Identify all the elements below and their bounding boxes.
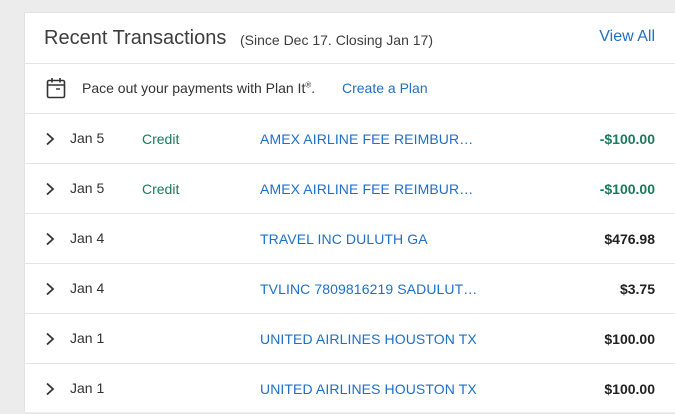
card-header: Recent Transactions (Since Dec 17. Closi…	[25, 13, 675, 64]
transaction-date: Jan 4	[70, 280, 105, 296]
transaction-list: Jan 5 Credit AMEX AIRLINE FEE REIMBUR… -$10…	[25, 114, 675, 414]
transaction-date: Jan 1	[70, 330, 105, 346]
transaction-row[interactable]: Jan 4 TRAVEL INC DULUTH GA $476.98	[25, 214, 675, 264]
transaction-row[interactable]: Jan 5 Credit AMEX AIRLINE FEE REIMBUR… -$10…	[25, 164, 675, 214]
transaction-date: Jan 4	[70, 230, 105, 246]
transaction-amount: $476.98	[604, 231, 655, 247]
transaction-date: Jan 5	[70, 130, 105, 146]
chevron-right-icon[interactable]	[45, 132, 55, 146]
transaction-description[interactable]: TRAVEL INC DULUTH GA	[260, 231, 428, 247]
plan-it-banner: Pace out your payments with Plan It®. Cr…	[25, 64, 675, 114]
transaction-date: Jan 5	[70, 180, 105, 196]
transaction-row[interactable]: Jan 5 Credit AMEX AIRLINE FEE REIMBUR… -$10…	[25, 114, 675, 164]
page-title: Recent Transactions	[44, 27, 227, 49]
plan-it-message: Pace out your payments with Plan It®.	[82, 80, 315, 96]
chevron-right-icon[interactable]	[45, 382, 55, 396]
transaction-amount: $100.00	[604, 331, 655, 347]
transaction-amount: $100.00	[604, 381, 655, 397]
statement-period: (Since Dec 17. Closing Jan 17)	[240, 32, 433, 48]
chevron-right-icon[interactable]	[45, 232, 55, 246]
view-all-link[interactable]: View All	[599, 28, 655, 46]
transaction-row[interactable]: Jan 4 TVLINC 7809816219 SADULUT… $3.75	[25, 264, 675, 314]
transaction-description[interactable]: UNITED AIRLINES HOUSTON TX	[260, 331, 477, 347]
plan-it-suffix: .	[311, 80, 316, 96]
chevron-right-icon[interactable]	[45, 282, 55, 296]
transaction-type: Credit	[142, 131, 180, 147]
chevron-right-icon[interactable]	[45, 332, 55, 346]
transaction-description[interactable]: AMEX AIRLINE FEE REIMBUR…	[260, 131, 473, 147]
transaction-row[interactable]: Jan 1 UNITED AIRLINES HOUSTON TX $100.00	[25, 314, 675, 364]
calendar-icon	[46, 78, 66, 99]
transaction-description[interactable]: UNITED AIRLINES HOUSTON TX	[260, 381, 477, 397]
transaction-description[interactable]: AMEX AIRLINE FEE REIMBUR…	[260, 181, 473, 197]
create-plan-link[interactable]: Create a Plan	[342, 80, 428, 96]
transaction-date: Jan 1	[70, 380, 105, 396]
recent-transactions-card: Recent Transactions (Since Dec 17. Closi…	[24, 12, 675, 414]
transaction-amount: $3.75	[619, 281, 655, 297]
transaction-row[interactable]: Jan 1 UNITED AIRLINES HOUSTON TX $100.00	[25, 364, 675, 414]
transaction-amount: -$100.00	[599, 131, 655, 147]
chevron-right-icon[interactable]	[45, 182, 55, 196]
transaction-type: Credit	[142, 181, 180, 197]
transaction-description[interactable]: TVLINC 7809816219 SADULUT…	[260, 281, 477, 297]
plan-it-text: Pace out your payments with Plan It	[82, 80, 306, 96]
transaction-amount: -$100.00	[599, 181, 655, 197]
